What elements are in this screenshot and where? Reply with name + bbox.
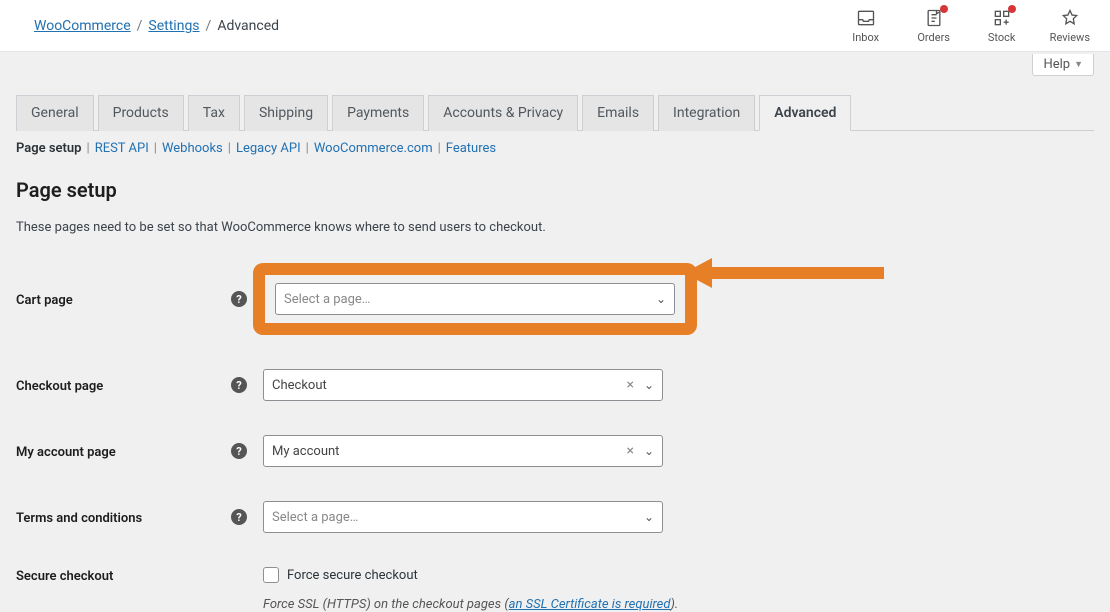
terms-page-select[interactable]: Select a page… ⌄	[263, 501, 663, 533]
help-icon[interactable]: ?	[231, 509, 247, 525]
top-bar: WooCommerce / Settings / Advanced Inbox …	[0, 0, 1110, 52]
chevron-down-icon: ▼	[1074, 59, 1083, 70]
help-icon[interactable]: ?	[231, 291, 247, 307]
star-icon	[1059, 7, 1081, 29]
subnav-separator: |	[438, 141, 441, 156]
checkout-page-row: Checkout page ? Checkout × ⌄	[16, 369, 1094, 401]
tab-advanced[interactable]: Advanced	[759, 95, 851, 131]
clear-icon[interactable]: ×	[620, 443, 639, 459]
checkout-page-label: Checkout page	[16, 377, 231, 394]
tab-tax[interactable]: Tax	[188, 95, 240, 131]
section-title: Page setup	[16, 178, 1094, 202]
help-icon[interactable]: ?	[231, 443, 247, 459]
select-placeholder: Select a page…	[284, 292, 652, 307]
orders-button[interactable]: Orders	[914, 7, 954, 44]
subnav-separator: |	[87, 141, 90, 156]
section-description: These pages need to be set so that WooCo…	[16, 220, 1094, 235]
secure-checkout-row: Secure checkout Force secure checkout Fo…	[16, 567, 1094, 612]
tab-accounts-privacy[interactable]: Accounts & Privacy	[428, 95, 578, 131]
terms-page-label: Terms and conditions	[16, 509, 231, 526]
help-label: Help	[1043, 57, 1070, 72]
breadcrumb-woocommerce[interactable]: WooCommerce	[34, 18, 131, 34]
hint-suffix: ).	[670, 597, 678, 612]
settings-tabs: General Products Tax Shipping Payments A…	[16, 94, 1094, 131]
help-tab[interactable]: Help ▼	[1032, 54, 1094, 76]
tab-integration[interactable]: Integration	[658, 95, 755, 131]
inbox-icon	[855, 7, 877, 29]
hint-prefix: Force SSL (HTTPS) on the checkout pages …	[263, 597, 509, 612]
chevron-down-icon: ⌄	[640, 444, 654, 458]
highlight-box: Select a page… ⌄	[253, 263, 697, 335]
select-placeholder: Select a page…	[272, 510, 640, 525]
breadcrumb-separator: /	[206, 18, 212, 34]
cart-page-label: Cart page	[16, 291, 231, 308]
subnav-webhooks[interactable]: Webhooks	[162, 141, 223, 156]
subnav-separator: |	[306, 141, 309, 156]
tab-emails[interactable]: Emails	[582, 95, 654, 131]
reviews-button[interactable]: Reviews	[1050, 7, 1090, 44]
top-icons: Inbox Orders Stock Reviews	[846, 7, 1090, 44]
subnav-current: Page setup	[16, 141, 82, 156]
subnav-rest-api[interactable]: REST API	[95, 141, 149, 156]
chevron-down-icon: ⌄	[640, 378, 654, 392]
inbox-button[interactable]: Inbox	[846, 7, 886, 44]
cart-page-select[interactable]: Select a page… ⌄	[275, 283, 675, 315]
subnav-features[interactable]: Features	[446, 141, 496, 156]
subnav-legacy-api[interactable]: Legacy API	[236, 141, 301, 156]
breadcrumb-separator: /	[137, 18, 143, 34]
tab-shipping[interactable]: Shipping	[244, 95, 328, 131]
tab-payments[interactable]: Payments	[332, 95, 424, 131]
cart-page-row: Cart page ? Select a page… ⌄	[16, 263, 1094, 335]
orders-label: Orders	[917, 31, 950, 44]
subnav-separator: |	[228, 141, 231, 156]
force-secure-checkbox[interactable]	[263, 567, 279, 583]
ssl-certificate-link[interactable]: an SSL Certificate is required	[509, 597, 671, 612]
stock-label: Stock	[988, 31, 1016, 44]
subnav-woocommerce-com[interactable]: WooCommerce.com	[314, 141, 433, 156]
stock-button[interactable]: Stock	[982, 7, 1022, 44]
clear-icon[interactable]: ×	[620, 377, 639, 393]
subnav-separator: |	[154, 141, 157, 156]
breadcrumb-current: Advanced	[217, 18, 279, 34]
tab-products[interactable]: Products	[98, 95, 184, 131]
breadcrumb: WooCommerce / Settings / Advanced	[34, 18, 846, 34]
force-secure-checkbox-label[interactable]: Force secure checkout	[287, 568, 418, 583]
chevron-down-icon: ⌄	[640, 510, 654, 524]
secure-checkout-label: Secure checkout	[16, 567, 231, 584]
help-icon[interactable]: ?	[231, 377, 247, 393]
my-account-page-label: My account page	[16, 443, 231, 460]
content: General Products Tax Shipping Payments A…	[0, 94, 1110, 612]
my-account-page-row: My account page ? My account × ⌄	[16, 435, 1094, 467]
notification-dot-icon	[940, 5, 948, 13]
select-value: My account	[272, 444, 620, 459]
chevron-down-icon: ⌄	[652, 292, 666, 306]
select-value: Checkout	[272, 378, 620, 393]
secure-checkout-hint: Force SSL (HTTPS) on the checkout pages …	[263, 597, 1094, 612]
notification-dot-icon	[1008, 5, 1016, 13]
subnav: Page setup | REST API | Webhooks | Legac…	[16, 141, 1094, 156]
reviews-label: Reviews	[1050, 31, 1090, 44]
terms-page-row: Terms and conditions ? Select a page… ⌄	[16, 501, 1094, 533]
inbox-label: Inbox	[852, 31, 879, 44]
breadcrumb-settings[interactable]: Settings	[148, 18, 199, 34]
my-account-page-select[interactable]: My account × ⌄	[263, 435, 663, 467]
tab-general[interactable]: General	[16, 95, 94, 131]
checkout-page-select[interactable]: Checkout × ⌄	[263, 369, 663, 401]
